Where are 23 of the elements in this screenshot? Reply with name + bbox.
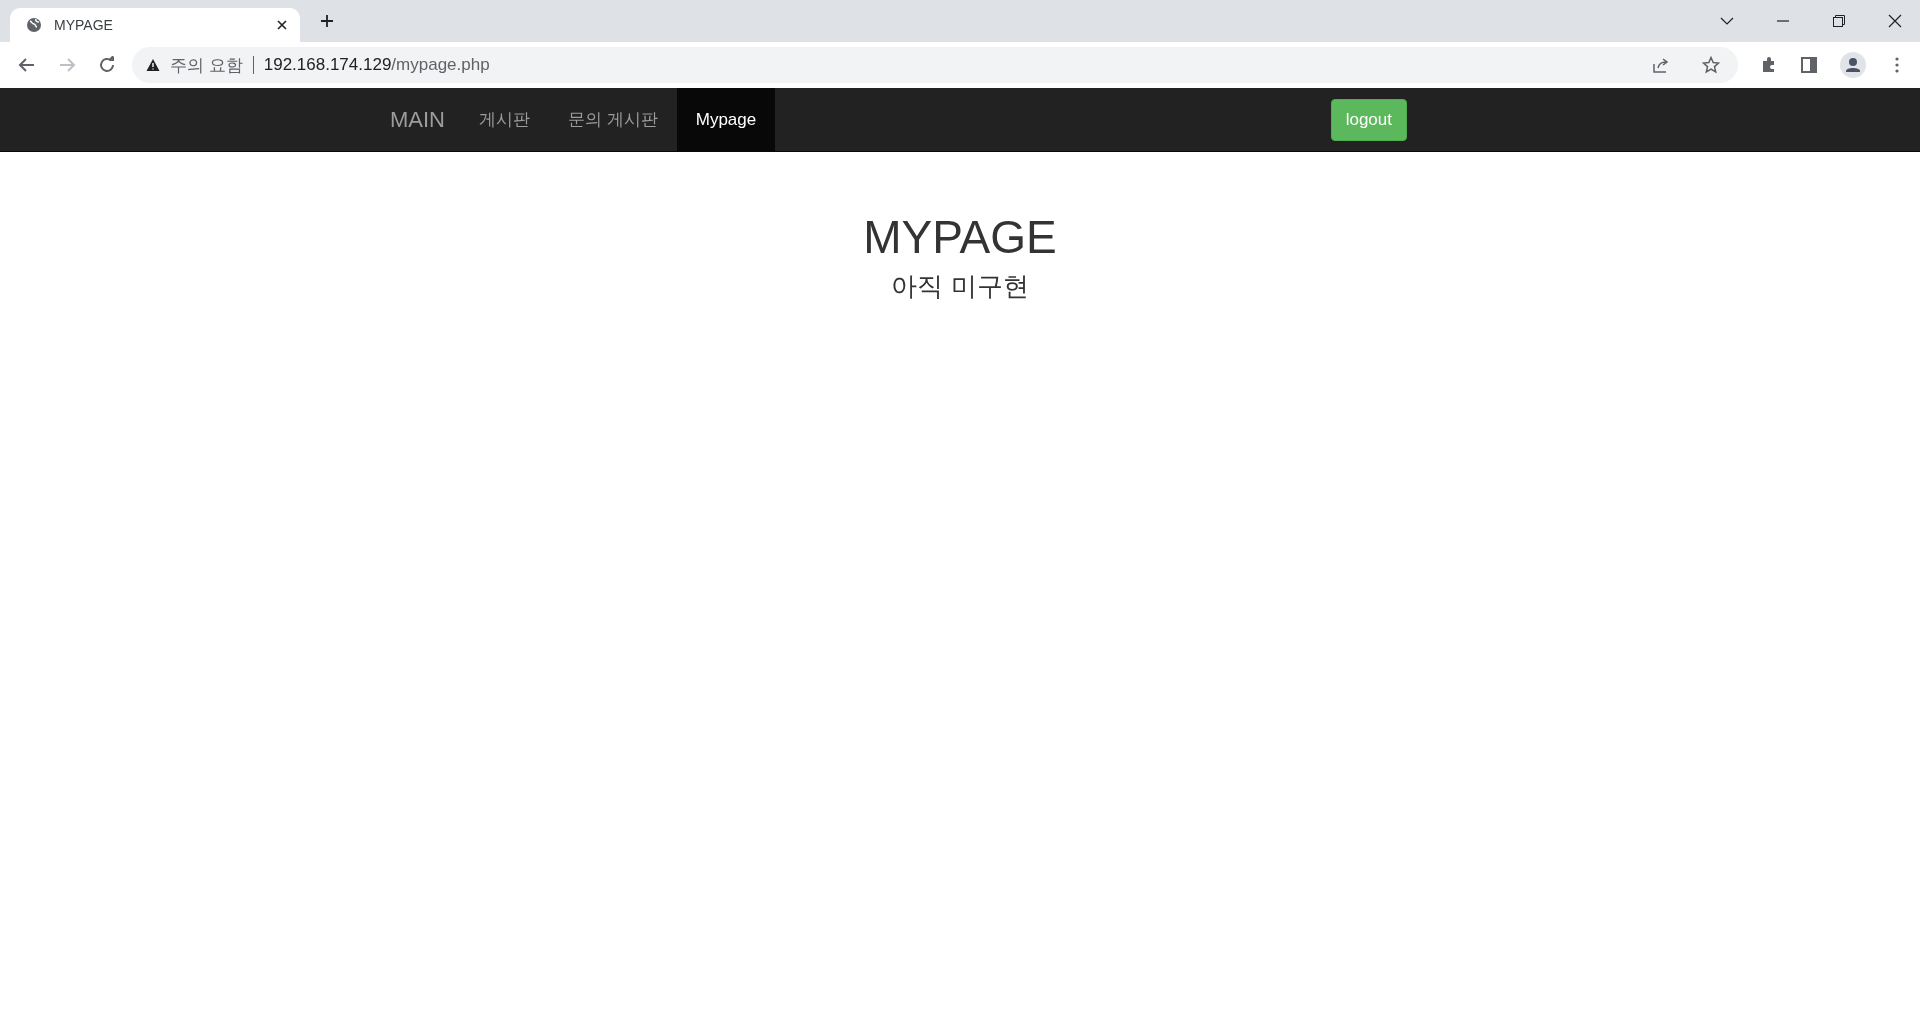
reload-icon[interactable] [98, 56, 116, 74]
restore-icon[interactable] [1832, 14, 1846, 28]
back-arrow-icon[interactable] [18, 56, 36, 74]
side-panel-icon[interactable] [1800, 56, 1818, 74]
page-heading: MYPAGE [863, 212, 1057, 263]
brand-link[interactable]: MAIN [390, 88, 460, 151]
warning-icon [146, 58, 160, 72]
address-bar[interactable]: 주의 요함 192.168.174.129/mypage.php [132, 47, 1738, 83]
security-warning: 주의 요함 [170, 54, 243, 77]
new-tab-icon[interactable] [320, 14, 334, 28]
nav-link[interactable]: 문의 게시판 [549, 88, 677, 151]
nav-link[interactable]: 게시판 [460, 88, 549, 151]
profile-avatar-icon[interactable] [1840, 52, 1866, 78]
globe-icon [26, 17, 42, 33]
page-subheading: 아직 미구현 [891, 269, 1029, 303]
close-icon[interactable] [1888, 14, 1902, 28]
url-text: 192.168.174.129/mypage.php [263, 55, 490, 75]
close-icon[interactable] [276, 19, 288, 31]
tab-title: MYPAGE [54, 17, 114, 33]
nav-link[interactable]: Mypage [676, 88, 776, 151]
share-icon[interactable] [1652, 56, 1670, 74]
browser-tab[interactable]: MYPAGE [10, 8, 300, 42]
star-icon[interactable] [1702, 56, 1720, 74]
